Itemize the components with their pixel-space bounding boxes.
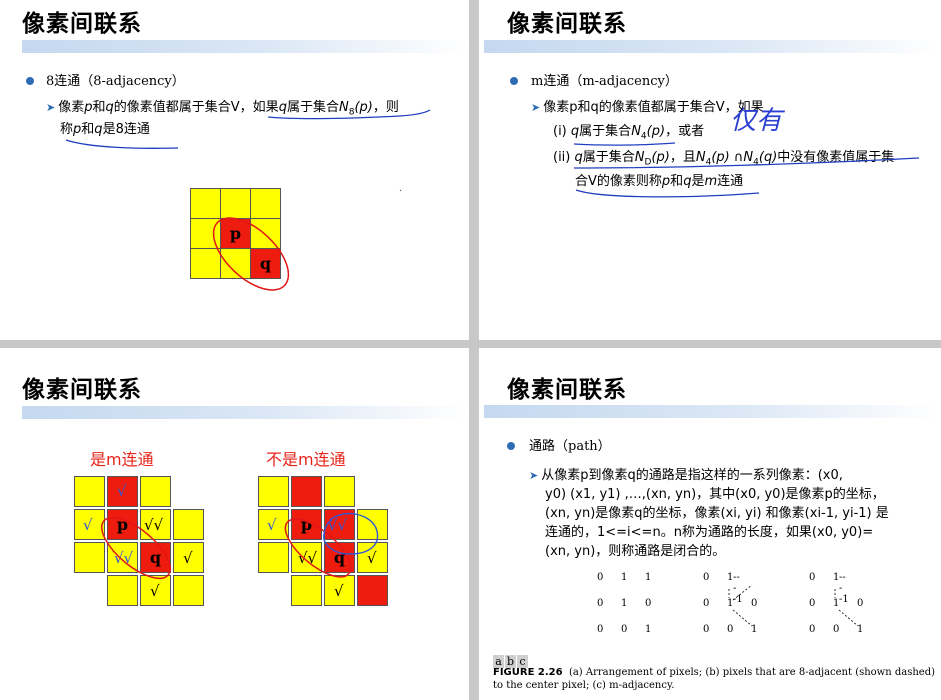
slide-m-adjacency-example: 像素间联系 是m连通 不是m连通 p q √ √ √√ √√ √ √ p q √… <box>0 348 469 700</box>
slide-8-adjacency: 像素间联系 8连通（8-adjacency） ➤ 像素p和q的像素值都属于集合V，… <box>0 0 469 340</box>
circle-annotations <box>284 512 379 578</box>
dashed-adjacency-lines <box>728 584 859 627</box>
slide-path: 像素间联系 通路（path） ➤ 从像素p到像素q的通路是指这样的一系列像素：(x… <box>479 348 941 700</box>
slide-m-adjacency: 像素间联系 m连通（m-adjacency） ➤ 像素p和q的像素值都属于集合V，… <box>479 0 941 340</box>
figure-caption: FIGURE 2.26 (a) Arrangement of pixels; (… <box>493 667 936 691</box>
handwritten-underlines <box>573 142 920 198</box>
red-circle-annotation <box>212 217 290 291</box>
